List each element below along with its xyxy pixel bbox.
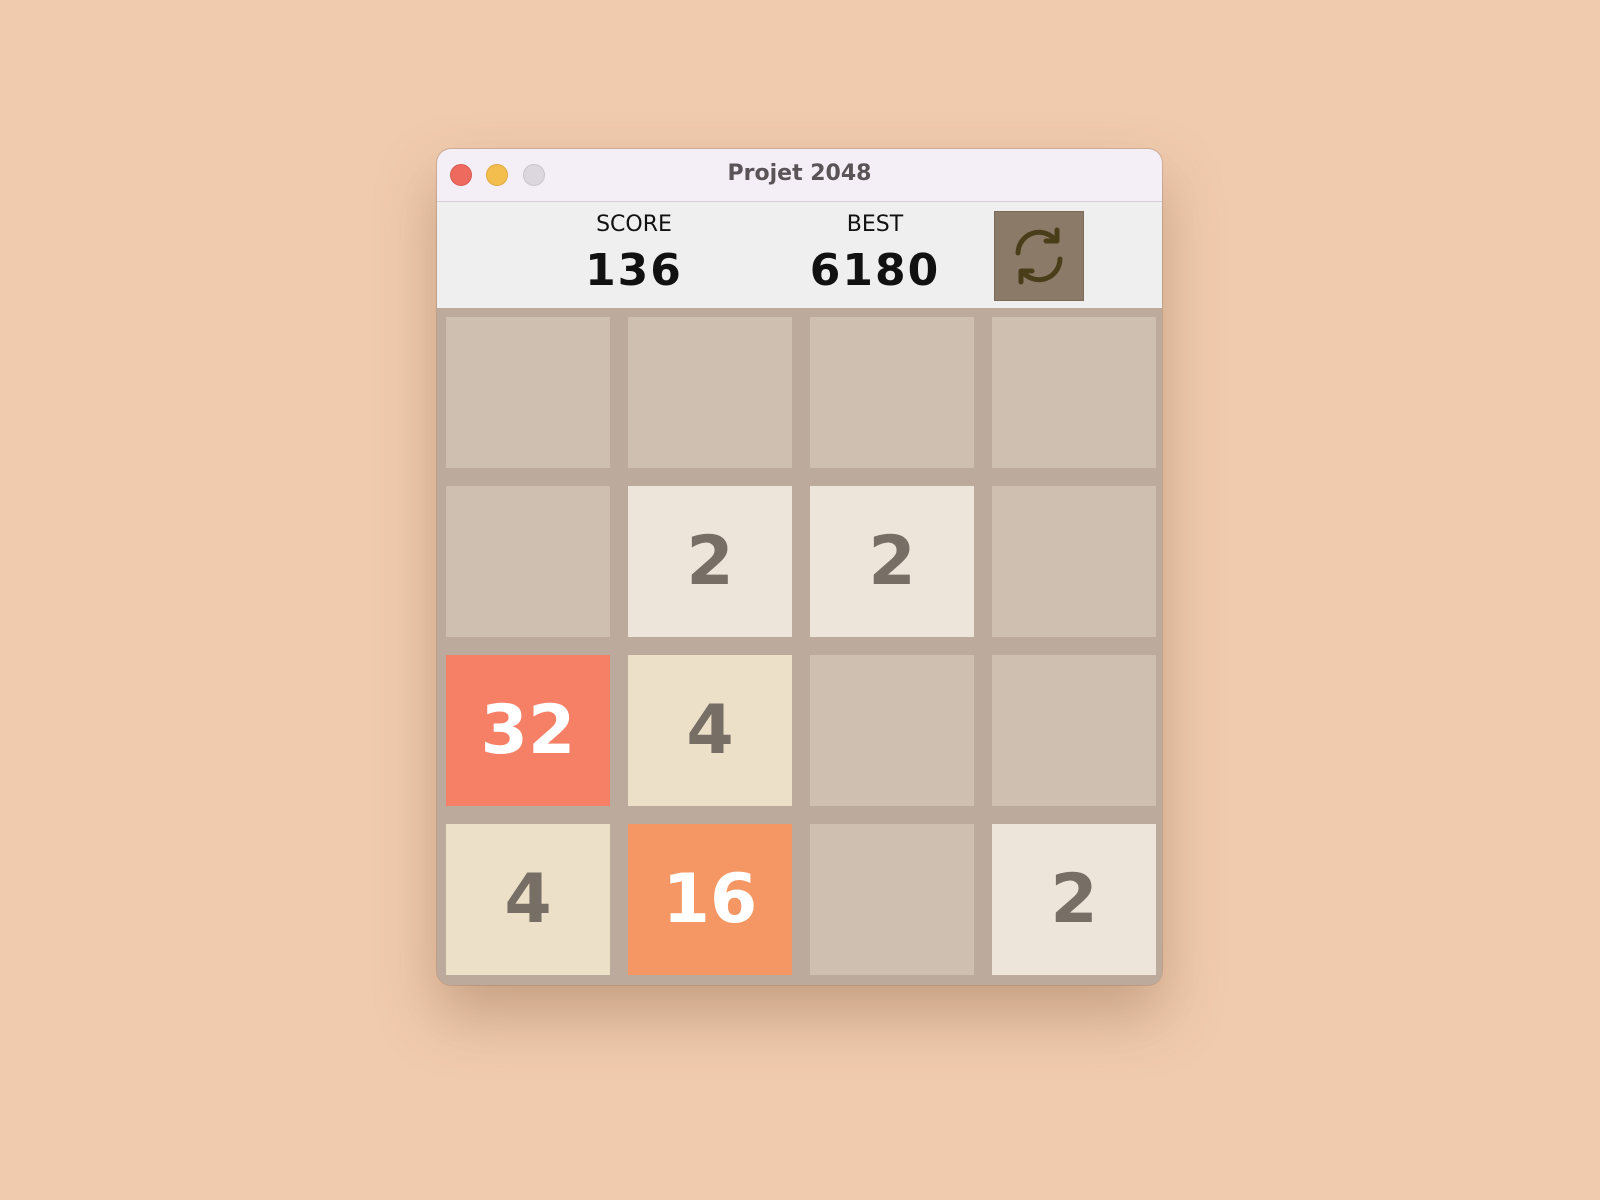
window-title: Projet 2048 <box>727 161 872 186</box>
restart-button[interactable] <box>994 211 1084 301</box>
tile-32: 32 <box>446 655 610 806</box>
empty-cell <box>810 824 974 975</box>
empty-cell <box>810 655 974 806</box>
tile-4: 4 <box>628 655 792 806</box>
empty-cell <box>810 317 974 468</box>
tile-2: 2 <box>628 486 792 637</box>
score-value: 136 <box>585 245 683 296</box>
score-panel: SCORE 136 BEST 6180 <box>437 202 1162 308</box>
score-box: SCORE 136 <box>514 202 754 296</box>
empty-cell <box>446 317 610 468</box>
empty-cell <box>992 317 1156 468</box>
game-window: Projet 2048 SCORE 136 BEST 6180 2 2 32 4 4 16… <box>437 149 1162 985</box>
score-label: SCORE <box>596 212 672 237</box>
tile-4: 4 <box>446 824 610 975</box>
refresh-icon <box>1015 227 1063 285</box>
tile-2: 2 <box>992 824 1156 975</box>
empty-cell <box>628 317 792 468</box>
empty-cell <box>992 486 1156 637</box>
game-board: 2 2 32 4 4 16 2 <box>437 308 1162 985</box>
best-label: BEST <box>846 212 904 237</box>
best-box: BEST 6180 <box>755 202 995 296</box>
title-bar: Projet 2048 <box>437 149 1162 202</box>
best-value: 6180 <box>809 245 941 296</box>
tile-2: 2 <box>810 486 974 637</box>
tile-16: 16 <box>628 824 792 975</box>
empty-cell <box>992 655 1156 806</box>
empty-cell <box>446 486 610 637</box>
